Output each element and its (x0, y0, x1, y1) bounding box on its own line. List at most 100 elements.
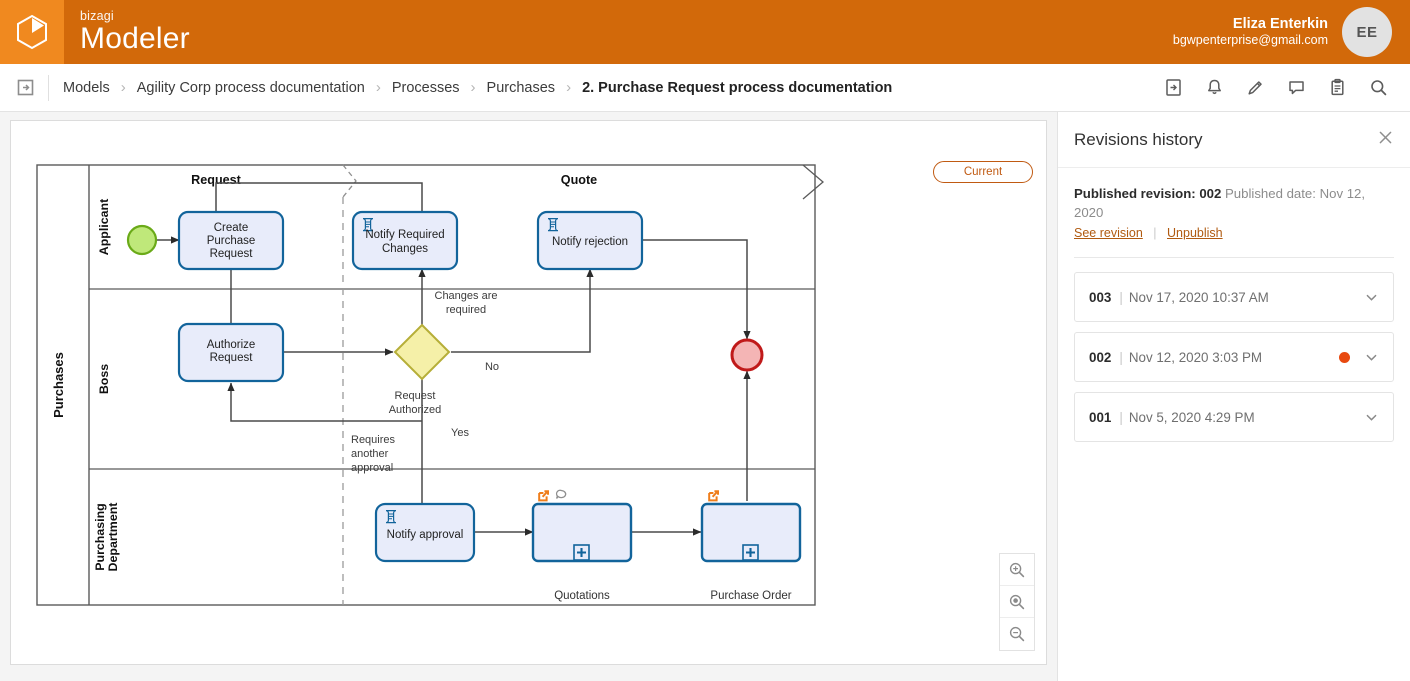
svg-text:Authorize: Authorize (207, 339, 256, 351)
external-link-icon[interactable] (708, 490, 719, 502)
plus-box-icon (742, 544, 759, 561)
chevron-down-icon[interactable] (1364, 290, 1379, 305)
start-event[interactable] (126, 224, 158, 256)
breadcrumb-item-processes[interactable]: Processes (392, 80, 460, 96)
app-header: bizagi Modeler Eliza Enterkin bgwpenterp… (0, 0, 1410, 64)
svg-text:Request: Request (210, 248, 254, 260)
svg-text:Notify rejection: Notify rejection (552, 236, 628, 248)
revisions-panel-header: Revisions history (1058, 112, 1410, 168)
revision-number: 002 (1089, 349, 1112, 365)
svg-text:approval: approval (351, 462, 393, 474)
zoom-out-icon[interactable] (1000, 618, 1034, 650)
revision-list: 003 | Nov 17, 2020 10:37 AM 002 | Nov 12… (1058, 258, 1410, 443)
diagram-canvas[interactable]: Current Purchases Applicant Boss Purchas… (10, 120, 1047, 665)
breadcrumb-bar: Models › Agility Corp process documentat… (0, 64, 1410, 112)
task-notify-required-changes[interactable]: Notify Required Changes (351, 210, 459, 271)
diagram-viewport: Current Purchases Applicant Boss Purchas… (11, 121, 1046, 664)
see-revision-link[interactable]: See revision (1074, 226, 1143, 240)
bell-icon[interactable] (1205, 78, 1224, 97)
close-icon[interactable] (1377, 129, 1394, 151)
document-icon[interactable] (1164, 78, 1183, 97)
revisions-panel-title: Revisions history (1074, 129, 1203, 149)
svg-text:Notify approval: Notify approval (387, 529, 464, 541)
app-logo[interactable] (0, 0, 64, 64)
svg-text:Purchasing: Purchasing (93, 503, 107, 570)
user-email: bgwpenterprise@gmail.com (1172, 33, 1328, 48)
gateway-request-authorized[interactable]: Request Authorized (389, 323, 451, 416)
subprocess-quotations[interactable]: Quotations (531, 489, 633, 602)
pool-label: Purchases (51, 352, 66, 418)
flow-label-no: No (485, 361, 499, 373)
breadcrumb-item-agility-corp[interactable]: Agility Corp process documentation (137, 80, 365, 96)
comment-icon[interactable] (1287, 78, 1306, 97)
avatar[interactable]: EE (1342, 7, 1392, 57)
zoom-controls (999, 553, 1035, 651)
published-revision-block: Published revision: 002 Published date: … (1058, 168, 1410, 240)
search-icon[interactable] (1369, 78, 1388, 97)
comment-bubble-icon[interactable] (555, 489, 567, 499)
clipboard-icon[interactable] (1328, 78, 1347, 97)
pencil-icon[interactable] (1246, 78, 1265, 97)
subprocess-purchase-order[interactable]: Purchase Order (700, 490, 802, 602)
svg-text:Request: Request (210, 352, 254, 364)
subprocess-label-quotations: Quotations (554, 590, 610, 602)
revision-separator: | (1119, 349, 1123, 365)
toolbar (1164, 78, 1410, 97)
breadcrumb-divider (48, 74, 49, 101)
published-actions: See revision | Unpublish (1074, 226, 1394, 240)
svg-text:Purchase: Purchase (207, 235, 256, 247)
bizagi-cube-icon (15, 14, 49, 50)
user-text: Eliza Enterkin bgwpenterprise@gmail.com (1173, 15, 1328, 49)
published-date-prefix: Published date: (1225, 186, 1316, 201)
revision-number: 003 (1089, 289, 1112, 305)
breadcrumb-separator: › (120, 79, 126, 96)
chevron-down-icon[interactable] (1364, 410, 1379, 425)
breadcrumb: Models › Agility Corp process documentat… (63, 80, 892, 96)
flow-label-requires-another-approval: Requires (351, 434, 396, 446)
revision-date: Nov 5, 2020 4:29 PM (1128, 409, 1255, 425)
published-status-dot (1339, 351, 1350, 363)
zoom-in-icon[interactable] (1000, 554, 1034, 586)
revision-separator: | (1119, 289, 1123, 305)
zoom-reset-icon[interactable] (1000, 586, 1034, 618)
current-version-badge: Current (933, 161, 1033, 183)
svg-text:Request: Request (395, 390, 436, 402)
svg-text:Create: Create (214, 222, 249, 234)
revision-row-003[interactable]: 003 | Nov 17, 2020 10:37 AM (1074, 272, 1394, 323)
bpmn-diagram: Purchases Applicant Boss Purchasing Depa… (36, 164, 825, 606)
phase-label-quote: Quote (561, 173, 597, 187)
flow-labels: Changes are required No Yes Requires ano… (351, 290, 499, 474)
task-notify-approval[interactable]: Notify approval (374, 502, 476, 563)
user-name: Eliza Enterkin (1232, 16, 1328, 33)
task-create-purchase-request[interactable]: Create Purchase Request (177, 210, 285, 271)
flow-label-yes: Yes (451, 427, 469, 439)
lane-label-purchasing-department: Purchasing Department (93, 503, 120, 572)
flow-label-changes-required: Changes are (435, 290, 498, 302)
svg-text:Authorized: Authorized (389, 404, 442, 416)
published-revision-number: 002 (1199, 186, 1222, 201)
external-link-icon[interactable] (538, 490, 549, 502)
breadcrumb-item-purchases[interactable]: Purchases (487, 80, 556, 96)
user-area[interactable]: Eliza Enterkin bgwpenterprise@gmail.com … (1173, 7, 1410, 57)
published-revision-prefix: Published revision: (1074, 186, 1196, 201)
lane-label-applicant: Applicant (97, 199, 111, 255)
breadcrumb-item-models[interactable]: Models (63, 80, 110, 96)
brand-title: Modeler (80, 21, 190, 55)
unpublish-link[interactable]: Unpublish (1167, 226, 1223, 240)
task-notify-rejection[interactable]: Notify rejection (536, 210, 644, 271)
brand: bizagi Modeler (80, 10, 190, 54)
revisions-history-panel: Revisions history Published revision: 00… (1057, 112, 1410, 681)
panel-toggle-icon[interactable] (6, 79, 44, 96)
task-authorize-request[interactable]: Authorize Request (177, 322, 285, 383)
chevron-down-icon[interactable] (1364, 350, 1379, 365)
workspace: Current Purchases Applicant Boss Purchas… (0, 112, 1410, 681)
breadcrumb-item-current: 2. Purchase Request process documentatio… (582, 79, 893, 96)
svg-text:Department: Department (106, 503, 120, 572)
end-event[interactable] (730, 338, 764, 372)
lane-label-boss: Boss (97, 364, 111, 394)
revision-row-001[interactable]: 001 | Nov 5, 2020 4:29 PM (1074, 392, 1394, 443)
svg-text:Changes: Changes (382, 243, 428, 255)
revision-row-002[interactable]: 002 | Nov 12, 2020 3:03 PM (1074, 332, 1394, 383)
subprocess-label-purchase-order: Purchase Order (710, 590, 791, 602)
revision-date: Nov 17, 2020 10:37 AM (1128, 289, 1269, 305)
